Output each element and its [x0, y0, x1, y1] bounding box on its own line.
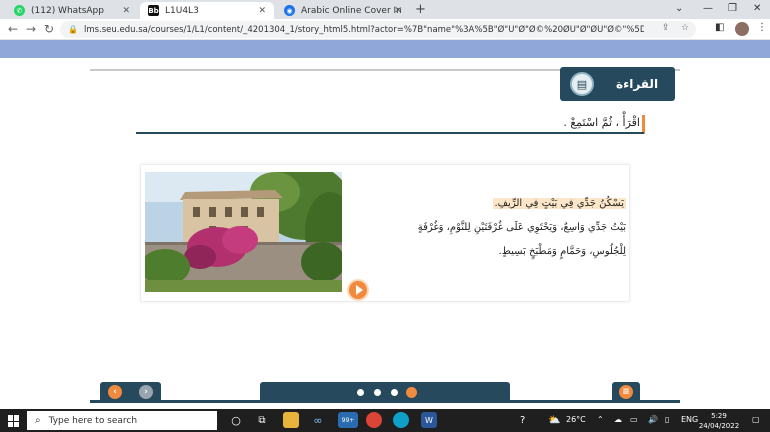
reading-line-2: بَيْتُ جَدِّي وَاسِعٌ، وَيَحْتَوِي عَلَى… — [417, 222, 626, 233]
reading-line-1: يَسْكُنُ جَدِّي فِي بَيْتٍ فِي الرِّيفِ. — [492, 198, 626, 209]
previous-slide-button[interactable]: ‹ — [108, 385, 122, 399]
browser-tab-strip: ✆ (112) WhatsApp ✕ Bb L1U4L3 ✕ ◉ Arabic … — [0, 0, 770, 19]
next-slide-button[interactable]: › — [139, 385, 153, 399]
blackboard-icon: Bb — [148, 5, 159, 16]
browser-toolbar: ← → ↻ 🔒 lms.seu.edu.sa/courses/1/L1/cont… — [0, 19, 770, 40]
audio-play-button[interactable] — [347, 279, 369, 301]
clock-date: 24/04/2022 — [698, 422, 740, 430]
mail-badge-icon[interactable]: 99+ — [338, 412, 358, 428]
reading-passage: يَسْكُنُ جَدِّي فِي بَيْتٍ فِي الرِّيفِ.… — [400, 192, 626, 264]
address-bar[interactable]: 🔒 lms.seu.edu.sa/courses/1/L1/content/_4… — [60, 21, 696, 38]
new-tab-button[interactable]: + — [415, 2, 426, 17]
tab-label: L1U4L3 — [165, 5, 199, 16]
word-icon[interactable]: W — [421, 412, 437, 428]
tab-arabic-online[interactable]: ◉ Arabic Online Cover Indonesian ✕ — [276, 2, 410, 19]
share-icon[interactable]: ⇪ — [662, 23, 670, 33]
search-placeholder: Type here to search — [48, 415, 138, 426]
course-header-bar — [0, 40, 770, 58]
taskbar-search-input[interactable]: ⌕ Type here to search — [27, 411, 217, 430]
network-icon[interactable]: ▭ — [630, 415, 638, 424]
tab-label: Arabic Online Cover Indonesian — [301, 5, 401, 16]
edge-icon[interactable] — [393, 412, 409, 428]
close-icon[interactable]: ✕ — [394, 6, 402, 16]
search-icon: ⌕ — [35, 415, 41, 426]
reload-button[interactable]: ↻ — [44, 22, 54, 36]
volume-icon[interactable]: 🔊 — [648, 415, 658, 424]
weather-icon: ⛅ — [548, 415, 561, 426]
slide-dot-1[interactable] — [357, 389, 364, 396]
forward-button[interactable]: → — [26, 22, 36, 36]
reading-line-3: لِلْجُلُوسِ، وَحَمَّامٍ وَمَطْبَخٍ بَسِي… — [498, 246, 626, 257]
link-icon[interactable]: ∞ — [310, 412, 326, 428]
profile-avatar[interactable] — [735, 22, 749, 36]
play-icon — [355, 285, 363, 295]
lock-icon: 🔒 — [68, 25, 78, 34]
help-icon[interactable]: ? — [520, 415, 525, 426]
clock-time: 5:29 — [711, 412, 727, 420]
divider — [136, 132, 644, 134]
windows-taskbar: ⌕ Type here to search ○ ⧉ ∞ 99+ W ? ⛅ 26… — [0, 409, 770, 432]
cloud-icon[interactable]: ☁ — [614, 415, 622, 424]
tab-whatsapp[interactable]: ✆ (112) WhatsApp ✕ — [6, 2, 138, 19]
cortana-icon[interactable]: ○ — [228, 412, 244, 428]
system-clock[interactable]: 5:29 24/04/2022 — [697, 411, 741, 431]
globe-icon: ◉ — [284, 5, 295, 16]
player-nav-left: ‹ › — [100, 382, 161, 401]
task-view-icon[interactable]: ⧉ — [254, 412, 270, 428]
section-badge: ▤ القراءة — [560, 67, 675, 101]
close-icon[interactable]: ✕ — [258, 6, 266, 16]
maximize-button[interactable]: ❐ — [728, 3, 737, 14]
notifications-icon[interactable]: ▢ — [752, 415, 760, 424]
section-title: القراءة — [616, 77, 659, 91]
url-text: lms.seu.edu.sa/courses/1/L1/content/_420… — [83, 24, 644, 35]
player-nav-right: ≡ — [612, 382, 640, 401]
whatsapp-icon: ✆ — [14, 5, 25, 16]
menu-icon[interactable]: ⋮ — [757, 22, 767, 33]
badge-count: 99+ — [341, 416, 355, 424]
temperature-text: 26°C — [566, 415, 586, 424]
chrome-icon[interactable] — [366, 412, 382, 428]
battery-icon[interactable]: ▯ — [665, 415, 669, 424]
slide-dot-4[interactable] — [406, 387, 417, 398]
slide-dot-2[interactable] — [374, 389, 381, 396]
language-indicator[interactable]: ENG — [681, 415, 698, 424]
slide-dot-3[interactable] — [391, 389, 398, 396]
tab-l1u4l3[interactable]: Bb L1U4L3 ✕ — [140, 2, 274, 19]
bookmark-star-icon[interactable]: ☆ — [681, 23, 689, 33]
tab-label: (112) WhatsApp — [31, 5, 104, 16]
windows-start-icon[interactable] — [8, 415, 20, 427]
house-photo — [145, 172, 342, 292]
instruction-text: اقْرَأْ ، ثُمَّ اسْتَمِعْ . — [563, 116, 640, 129]
close-icon[interactable]: ✕ — [122, 6, 130, 16]
file-explorer-icon[interactable] — [283, 412, 299, 428]
minimize-button[interactable]: — — [703, 3, 713, 14]
sidebar-icon[interactable]: ◧ — [715, 22, 724, 33]
close-window-button[interactable]: ✕ — [753, 3, 761, 14]
menu-list-icon[interactable]: ≡ — [619, 385, 633, 399]
slide-progress — [260, 382, 510, 401]
book-icon: ▤ — [570, 72, 594, 96]
chevron-up-icon[interactable]: ⌃ — [597, 415, 604, 424]
tab-search-icon[interactable]: ⌄ — [675, 3, 683, 14]
back-button[interactable]: ← — [8, 22, 18, 36]
